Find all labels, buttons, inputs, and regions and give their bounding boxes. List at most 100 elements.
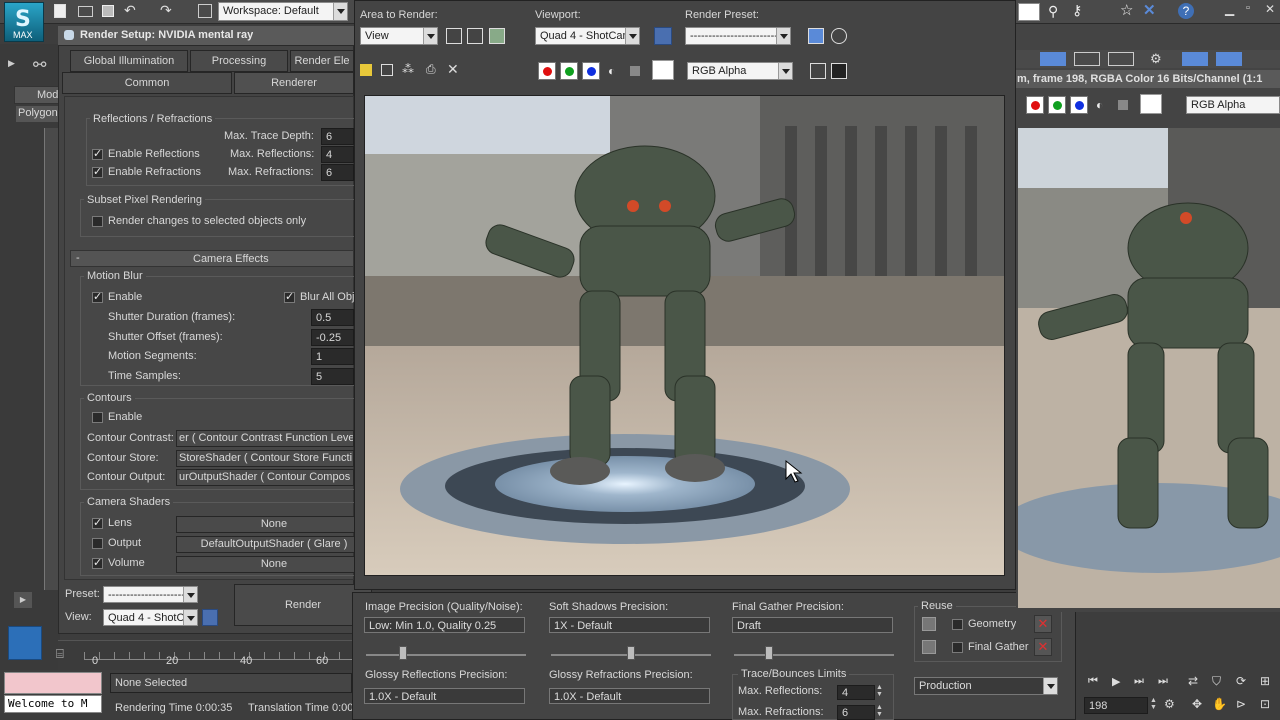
perspective-icon[interactable]: ⛉ — [1212, 674, 1221, 689]
tab-render-elements[interactable]: Render Ele — [290, 50, 354, 72]
fw-max-refractions-input[interactable]: 6 — [837, 705, 875, 720]
volume-checkbox[interactable] — [92, 556, 103, 569]
spinner-icon[interactable]: ▲ ▼ — [876, 704, 883, 718]
play-icon[interactable]: ▶ — [1112, 675, 1120, 688]
right-icon-3[interactable] — [1108, 52, 1134, 66]
viewport-layout-icon[interactable] — [8, 626, 42, 660]
render-region-icon[interactable] — [489, 28, 505, 44]
auto-region-icon[interactable] — [467, 28, 483, 44]
motion-blur-enable-checkbox[interactable] — [92, 290, 103, 303]
toggle-ui-overlay-icon[interactable] — [810, 63, 826, 79]
clone-window-icon[interactable]: ⁂ — [402, 62, 414, 76]
environment-icon[interactable] — [831, 28, 847, 44]
minimize-icon[interactable]: ▁ — [1225, 2, 1234, 16]
glossy-reflections-field[interactable]: 1.0X - Default — [364, 688, 525, 704]
right-icon-4[interactable]: ⚙ — [1150, 51, 1162, 67]
workspace-dropdown[interactable]: Workspace: Default — [218, 2, 348, 21]
spinner-icon[interactable]: ▲ ▼ — [876, 684, 883, 698]
save-icon[interactable] — [102, 5, 114, 17]
new-file-icon[interactable] — [54, 4, 66, 18]
max-trace-depth-input[interactable]: 6 — [321, 128, 354, 145]
enable-refractions-checkbox[interactable] — [92, 165, 103, 178]
final-gather-slider[interactable] — [765, 646, 773, 660]
maxscript-listener-pink[interactable] — [4, 672, 102, 694]
viewport-dropdown[interactable]: Quad 4 - ShotCam — [535, 27, 640, 45]
key-icon[interactable]: ⚷ — [1072, 2, 1082, 19]
expand-arrow-icon[interactable]: ▶ — [8, 58, 15, 69]
restore-icon[interactable]: ▫ — [1246, 2, 1250, 14]
final-gather-slider-track[interactable] — [734, 654, 894, 656]
render-setup-icon[interactable] — [808, 28, 824, 44]
polygon-tab[interactable]: Polygon — [16, 106, 60, 122]
copy-image-icon[interactable] — [381, 64, 393, 76]
clear-icon[interactable]: ✕ — [447, 61, 459, 78]
production-dropdown[interactable]: Production — [914, 677, 1058, 695]
right-alpha-icon[interactable]: ◐ — [1096, 98, 1103, 112]
shutter-duration-input[interactable]: 0.5 — [311, 309, 354, 326]
lens-checkbox[interactable] — [92, 516, 103, 529]
close-icon[interactable]: ✕ — [1265, 2, 1275, 16]
ribbon-tab-mod[interactable]: Mod — [14, 86, 60, 104]
render-preset-dropdown[interactable]: ------------------------- — [685, 27, 791, 45]
subset-render-checkbox[interactable] — [92, 216, 103, 227]
lens-shader-button[interactable]: None — [176, 516, 372, 533]
image-precision-field[interactable]: Low: Min 1.0, Quality 0.25 — [364, 617, 525, 633]
image-precision-slider[interactable] — [399, 646, 407, 660]
save-image-icon[interactable] — [360, 64, 372, 76]
open-file-icon[interactable] — [78, 6, 93, 17]
view-dropdown[interactable]: Quad 4 - ShotC — [103, 609, 198, 626]
monochrome-icon[interactable] — [630, 66, 640, 76]
output-shader-button[interactable]: DefaultOutputShader ( Glare ) — [176, 536, 372, 553]
right-icon-6[interactable] — [1216, 52, 1242, 66]
hold-icon[interactable] — [198, 4, 212, 18]
right-rendered-image[interactable] — [1018, 128, 1280, 608]
print-icon[interactable]: ⎙ — [426, 62, 436, 77]
frame-spinner-icon[interactable]: ▲ ▼ — [1150, 697, 1157, 711]
max-reflections-input[interactable]: 4 — [321, 146, 354, 163]
alpha-channel-icon[interactable]: ◐ — [608, 64, 615, 78]
right-icon-5[interactable] — [1182, 52, 1208, 66]
blue-channel-icon[interactable] — [582, 62, 600, 80]
contour-contrast-button[interactable]: er ( Contour Contrast Function Leve — [176, 430, 354, 447]
render-setup-titlebar[interactable]: Render Setup: NVIDIA mental ray — [58, 26, 354, 46]
field-of-view-icon[interactable]: ⊳ — [1236, 697, 1246, 711]
next-frame-icon[interactable]: ⏭ — [1134, 675, 1144, 688]
geometry-lock-icon[interactable] — [922, 617, 936, 631]
x-logo-icon[interactable]: ✕ — [1143, 1, 1156, 19]
image-precision-slider-track[interactable] — [366, 654, 526, 656]
pan-icon[interactable]: ✥ — [1192, 697, 1202, 711]
edit-region-icon[interactable] — [446, 28, 462, 44]
undo-icon[interactable]: ↶ — [124, 3, 136, 19]
clear-geometry-icon[interactable]: ✕ — [1034, 615, 1052, 633]
soft-shadows-slider[interactable] — [627, 646, 635, 660]
right-icon-2[interactable] — [1074, 52, 1100, 66]
geometry-checkbox[interactable] — [952, 619, 963, 630]
redo-icon[interactable]: ↷ — [160, 3, 172, 19]
link-icon[interactable]: ⚯ — [33, 55, 46, 75]
frame-number-input[interactable]: 198 — [1084, 697, 1148, 714]
toggle-ui-icon[interactable] — [831, 63, 847, 79]
rendered-image[interactable] — [364, 95, 1005, 576]
right-icon-1[interactable] — [1040, 52, 1066, 66]
color-swatch[interactable] — [652, 60, 674, 80]
time-samples-input[interactable]: 5 — [311, 368, 354, 385]
red-channel-icon[interactable] — [538, 62, 556, 80]
time-config-icon[interactable]: ⚙ — [1164, 697, 1175, 711]
timeline-filter-icon[interactable]: ⌸ — [56, 646, 64, 662]
preset-dropdown[interactable]: --------------------- — [103, 586, 198, 603]
go-end-icon[interactable]: ⏭ — [1158, 675, 1168, 688]
right-green-channel-icon[interactable] — [1048, 96, 1066, 114]
blur-all-objects-checkbox[interactable] — [284, 290, 295, 303]
soft-shadows-field[interactable]: 1X - Default — [549, 617, 710, 633]
walk-icon[interactable]: ✋ — [1212, 697, 1227, 711]
tab-global-illumination[interactable]: Global Illumination — [70, 50, 188, 72]
tab-renderer[interactable]: Renderer — [234, 72, 354, 94]
final-gather-field[interactable]: Draft — [732, 617, 893, 633]
output-checkbox[interactable] — [92, 538, 103, 549]
camera-effects-rollout[interactable]: - Camera Effects — [70, 250, 354, 267]
fw-max-reflections-input[interactable]: 4 — [837, 685, 875, 700]
area-to-render-dropdown[interactable]: View — [360, 27, 438, 45]
maximize-viewport-icon[interactable]: ⊡ — [1260, 697, 1270, 711]
binoculars-icon[interactable]: ⚲ — [1048, 3, 1058, 20]
right-blue-channel-icon[interactable] — [1070, 96, 1088, 114]
